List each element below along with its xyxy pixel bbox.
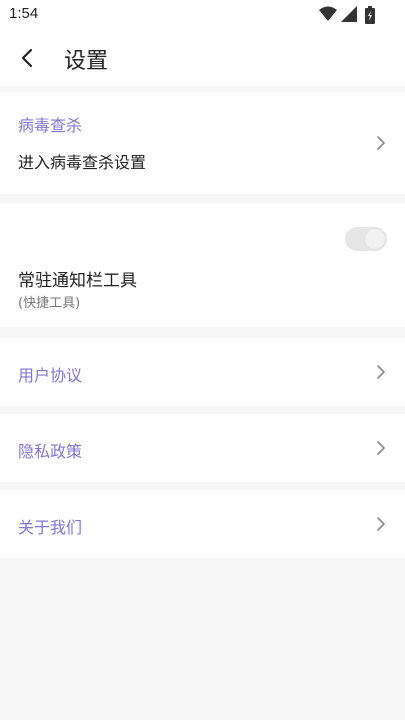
notification-tool-section: 常驻通知栏工具 (快捷工具) <box>0 203 405 327</box>
page-title: 设置 <box>64 49 109 74</box>
about-us-row[interactable]: 关于我们 <box>0 490 405 558</box>
virus-scan-settings-label: 进入病毒查杀设置 <box>18 153 147 172</box>
back-arrow-icon[interactable] <box>14 44 42 72</box>
battery-icon <box>365 6 375 24</box>
app-bar: 设置 <box>0 30 405 86</box>
privacy-policy-label: 隐私政策 <box>18 442 83 461</box>
signal-icon <box>341 6 357 22</box>
virus-scan-category: 病毒查杀 <box>18 116 83 135</box>
about-us-label: 关于我们 <box>18 518 83 537</box>
toggle-knob <box>365 229 385 249</box>
status-bar: 1:54 <box>0 0 405 30</box>
notification-toggle[interactable] <box>345 227 387 251</box>
virus-scan-section[interactable]: 病毒查杀 进入病毒查杀设置 <box>0 92 405 194</box>
wifi-icon <box>319 6 337 21</box>
chevron-right-icon <box>377 365 385 379</box>
user-agreement-row[interactable]: 用户协议 <box>0 338 405 406</box>
user-agreement-label: 用户协议 <box>18 366 83 385</box>
chevron-right-icon <box>377 441 385 455</box>
privacy-policy-row[interactable]: 隐私政策 <box>0 414 405 482</box>
notification-tool-title: 常驻通知栏工具 <box>18 271 137 291</box>
chevron-right-icon <box>377 136 385 150</box>
notification-tool-subtitle: (快捷工具) <box>18 296 81 311</box>
chevron-right-icon <box>377 517 385 531</box>
status-time: 1:54 <box>9 5 39 22</box>
